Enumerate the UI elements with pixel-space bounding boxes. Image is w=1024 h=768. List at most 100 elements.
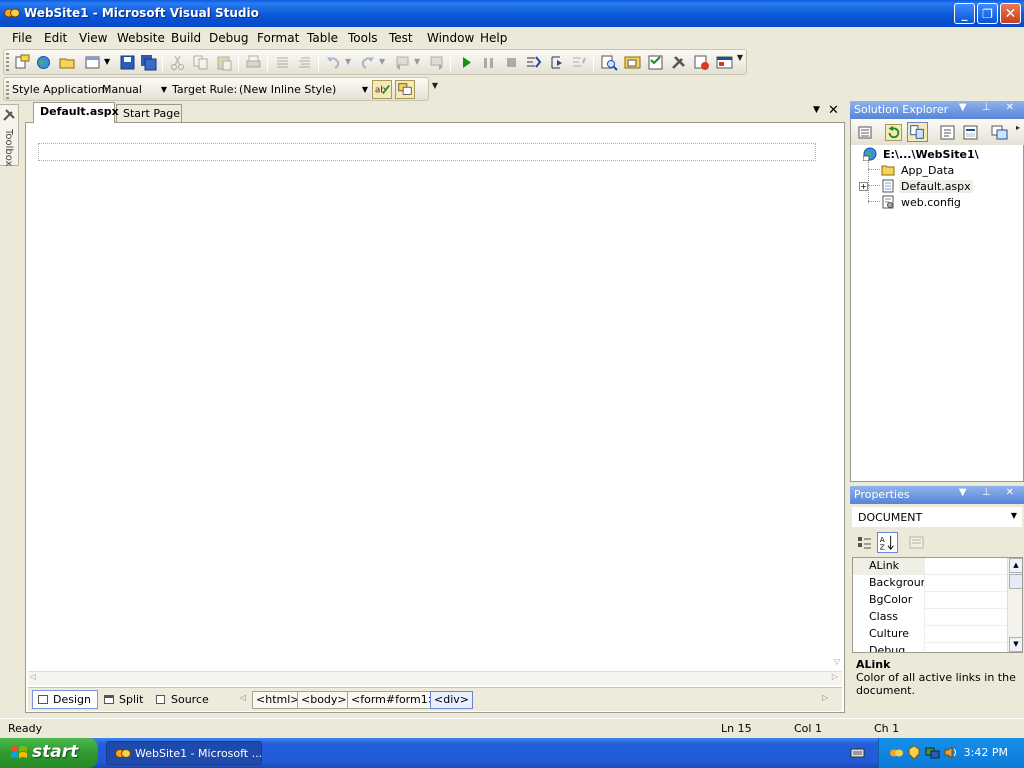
property-pages-icon[interactable] bbox=[908, 534, 925, 551]
view-designer-icon[interactable] bbox=[962, 124, 979, 141]
menu-window[interactable]: Window bbox=[427, 31, 474, 45]
menu-debug[interactable]: Debug bbox=[209, 31, 248, 45]
property-grid-scrollbar[interactable]: ▲ ▼ bbox=[1007, 558, 1022, 652]
menu-tools[interactable]: Tools bbox=[348, 31, 378, 45]
find-in-files-icon[interactable] bbox=[601, 54, 618, 71]
show-overlay-icon[interactable] bbox=[395, 80, 415, 99]
source-view-button[interactable]: Source bbox=[150, 690, 216, 709]
navigate-forward-icon[interactable] bbox=[428, 54, 445, 71]
pause-icon[interactable] bbox=[480, 54, 497, 71]
toolbar-grip[interactable] bbox=[6, 53, 9, 71]
alphabetical-icon[interactable]: AZ bbox=[877, 532, 898, 553]
print-icon[interactable] bbox=[245, 54, 262, 71]
empty-div-element[interactable] bbox=[38, 143, 816, 161]
stop-icon[interactable] bbox=[503, 54, 520, 71]
object-browser-icon[interactable] bbox=[693, 54, 710, 71]
tray-volume-icon[interactable] bbox=[943, 745, 958, 760]
copy-website-icon[interactable] bbox=[991, 124, 1008, 141]
copy-icon[interactable] bbox=[192, 54, 209, 71]
scroll-thumb[interactable] bbox=[1009, 574, 1022, 589]
view-code-icon[interactable] bbox=[939, 124, 956, 141]
step-out-icon[interactable] bbox=[571, 54, 588, 71]
navigate-backward-icon[interactable] bbox=[394, 54, 411, 71]
toolbox-autohide-tab[interactable]: Toolbox bbox=[0, 104, 19, 167]
close-button[interactable]: ✕ bbox=[1000, 3, 1021, 24]
tag-navigator-left-icon[interactable]: ◁ bbox=[240, 693, 246, 702]
toolbar-overflow-icon[interactable]: ▼ bbox=[430, 81, 440, 99]
categorized-icon[interactable] bbox=[856, 534, 873, 551]
properties-header[interactable]: Properties ▼ ⊥ ✕ bbox=[850, 486, 1024, 504]
property-row[interactable]: Backgrounc bbox=[853, 575, 1007, 592]
toolbar-grip[interactable] bbox=[6, 81, 9, 99]
undo-icon[interactable] bbox=[325, 54, 342, 71]
tag-breadcrumb-div[interactable]: <div> bbox=[430, 691, 473, 709]
tag-breadcrumb-html[interactable]: <html> bbox=[252, 691, 304, 709]
tab-default-aspx[interactable]: Default.aspx bbox=[33, 102, 119, 123]
step-over-icon[interactable] bbox=[548, 54, 565, 71]
start-button[interactable]: start bbox=[0, 738, 98, 768]
solution-explorer-icon[interactable] bbox=[624, 54, 641, 71]
comment-icon[interactable] bbox=[274, 54, 291, 71]
close-document-icon[interactable]: ✕ bbox=[828, 103, 839, 118]
tab-start-page[interactable]: Start Page bbox=[116, 104, 182, 123]
menu-test[interactable]: Test bbox=[389, 31, 413, 45]
tray-visual-studio-icon[interactable] bbox=[889, 745, 904, 760]
panel-window-buttons[interactable]: ▼ ⊥ ✕ bbox=[959, 102, 1020, 113]
style-application-dropdown[interactable]: Manual ▼ bbox=[99, 80, 169, 99]
menu-build[interactable]: Build bbox=[171, 31, 201, 45]
tray-security-icon[interactable] bbox=[907, 745, 922, 760]
redo-icon[interactable] bbox=[359, 54, 376, 71]
toolbox-window-icon[interactable] bbox=[670, 54, 687, 71]
restore-button[interactable]: ❐ bbox=[977, 3, 998, 24]
new-project-icon[interactable] bbox=[14, 54, 31, 71]
save-icon[interactable] bbox=[119, 54, 136, 71]
scroll-right-arrow-icon[interactable]: ▷ bbox=[832, 672, 838, 681]
properties-icon[interactable] bbox=[857, 124, 874, 141]
properties-window-icon[interactable] bbox=[647, 54, 664, 71]
tag-breadcrumb-form[interactable]: <form#form1> bbox=[347, 691, 441, 709]
step-into-icon[interactable] bbox=[525, 54, 542, 71]
design-surface[interactable]: ▽ bbox=[28, 125, 842, 675]
horizontal-scrollbar[interactable]: ◁ ▷ bbox=[28, 671, 842, 685]
property-row[interactable]: Class bbox=[853, 609, 1007, 626]
scroll-up-arrow-icon[interactable]: ▲ bbox=[1009, 558, 1022, 573]
paste-icon[interactable] bbox=[216, 54, 233, 71]
expand-toggle-icon[interactable]: + bbox=[859, 182, 868, 191]
property-row[interactable]: ALink bbox=[853, 558, 1007, 575]
toolbar-overflow-icon[interactable]: ▸ bbox=[1013, 123, 1023, 141]
start-debugging-icon[interactable] bbox=[458, 54, 475, 71]
start-page-icon[interactable] bbox=[716, 54, 733, 71]
keyboard-language-icon[interactable] bbox=[850, 746, 865, 759]
tray-network-icon[interactable] bbox=[925, 745, 940, 760]
tag-navigator-right-icon[interactable]: ▷ bbox=[822, 693, 828, 702]
active-files-dropdown-icon[interactable]: ▼ bbox=[813, 105, 820, 115]
menu-website[interactable]: Website bbox=[117, 31, 165, 45]
scroll-down-arrow-icon[interactable]: ▽ bbox=[834, 657, 840, 666]
add-item-icon[interactable] bbox=[84, 54, 101, 71]
save-all-icon[interactable] bbox=[140, 54, 157, 71]
reuse-styles-icon[interactable]: ab bbox=[372, 80, 392, 99]
menu-format[interactable]: Format bbox=[257, 31, 299, 45]
menu-edit[interactable]: Edit bbox=[44, 31, 67, 45]
open-file-icon[interactable] bbox=[59, 54, 76, 71]
refresh-icon[interactable] bbox=[885, 124, 902, 141]
taskbar-button-visual-studio[interactable]: WebSite1 - Microsoft ... bbox=[106, 741, 262, 765]
tag-breadcrumb-body[interactable]: <body> bbox=[297, 691, 351, 709]
property-row[interactable]: Culture bbox=[853, 626, 1007, 643]
uncomment-icon[interactable] bbox=[296, 54, 313, 71]
nest-related-files-icon[interactable] bbox=[907, 122, 928, 142]
menu-help[interactable]: Help bbox=[480, 31, 507, 45]
menu-table[interactable]: Table bbox=[307, 31, 338, 45]
solution-explorer-header[interactable]: Solution Explorer ▼ ⊥ ✕ bbox=[850, 101, 1024, 119]
split-view-button[interactable]: Split bbox=[98, 690, 150, 709]
cut-icon[interactable] bbox=[169, 54, 186, 71]
panel-window-buttons[interactable]: ▼ ⊥ ✕ bbox=[959, 487, 1020, 498]
target-rule-dropdown[interactable]: (New Inline Style) ▼ bbox=[236, 80, 370, 99]
property-row[interactable]: Debug bbox=[853, 643, 1007, 652]
minimize-button[interactable]: _ bbox=[954, 3, 975, 24]
new-website-icon[interactable] bbox=[35, 54, 52, 71]
scroll-down-arrow-icon[interactable]: ▼ bbox=[1009, 637, 1022, 652]
title-bar[interactable]: WebSite1 - Microsoft Visual Studio _ ❐ ✕ bbox=[0, 0, 1024, 27]
menu-file[interactable]: File bbox=[12, 31, 32, 45]
properties-object-selector[interactable]: DOCUMENT ▼ bbox=[852, 507, 1022, 527]
